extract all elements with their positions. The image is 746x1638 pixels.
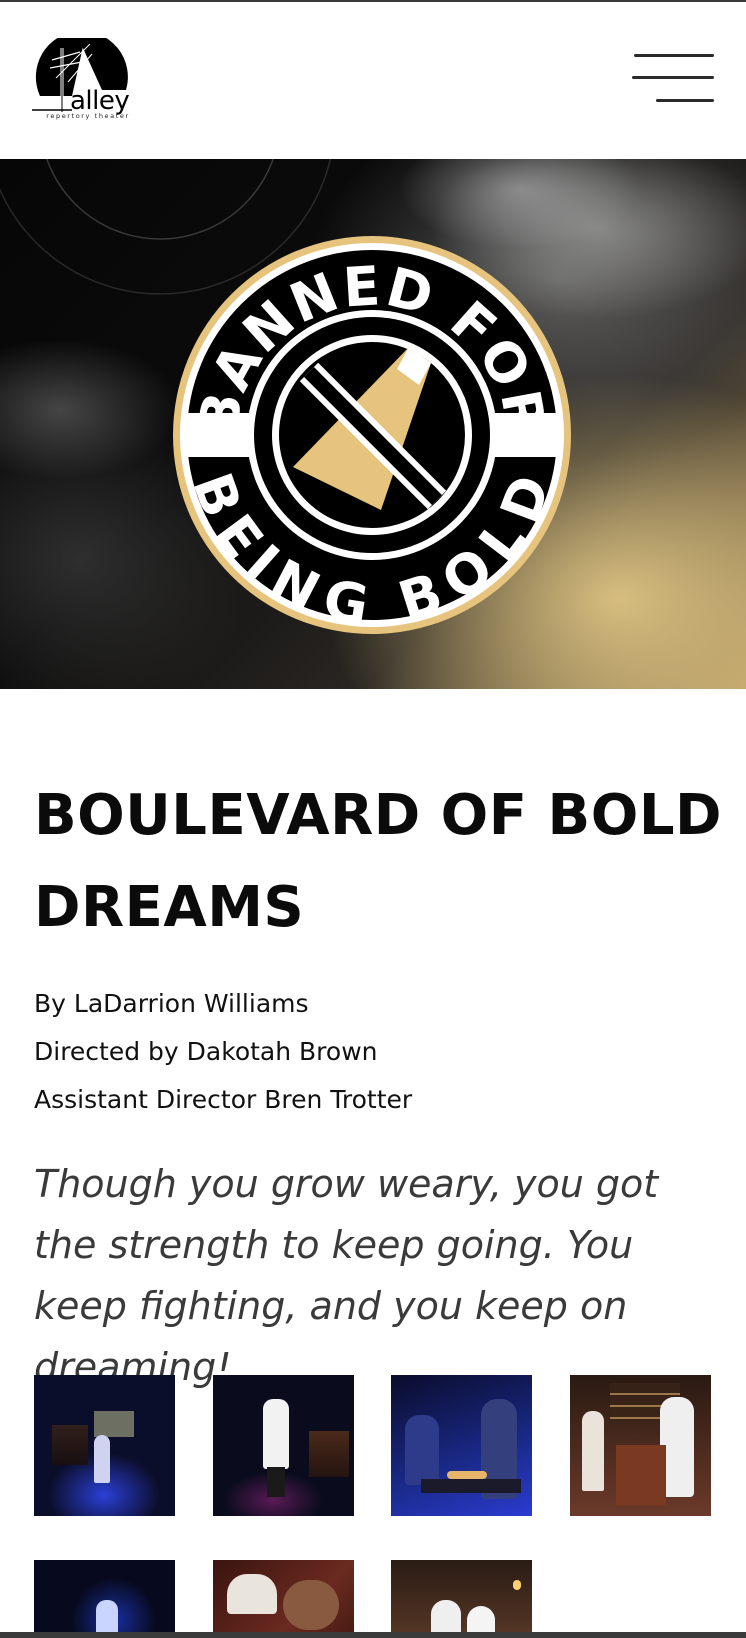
photo-table	[421, 1479, 521, 1493]
show-title: BOULEVARD OF BOLD DREAMS	[34, 783, 722, 940]
assistant-director-credit: Assistant Director Bren Trotter	[34, 1085, 413, 1114]
photo-candles	[447, 1471, 487, 1479]
photo-figure	[227, 1574, 277, 1614]
menu-line-3	[656, 99, 714, 102]
gallery-photo-3[interactable]	[391, 1375, 532, 1516]
show-quote: Though you grow weary, you got the stren…	[34, 1162, 659, 1389]
photo-figure-legs	[267, 1467, 285, 1497]
photo-figure	[582, 1411, 604, 1491]
photo-screen	[94, 1411, 134, 1437]
gallery-photo-4[interactable]	[570, 1375, 711, 1516]
photo-figure	[405, 1415, 439, 1485]
photo-figure-2	[283, 1580, 339, 1630]
menu-line-1	[634, 54, 714, 57]
photo-bar	[309, 1431, 349, 1477]
photo-counter	[616, 1445, 666, 1505]
photo-figure	[263, 1399, 289, 1469]
photo-shelf	[52, 1425, 88, 1465]
playwright-credit: By LaDarrion Williams	[34, 989, 309, 1018]
logo-tagline: repertory theater	[46, 112, 130, 120]
banned-for-being-bold-badge: BANNED FOR BEING BOLD	[173, 236, 571, 635]
gallery-photo-2[interactable]	[213, 1375, 354, 1516]
gallery-photo-5[interactable]	[34, 1560, 175, 1638]
hero-banner: BANNED FOR BEING BOLD	[0, 159, 746, 689]
site-header: alley repertory theater	[0, 2, 746, 159]
show-credits: By LaDarrion Williams Directed by Dakota…	[34, 980, 412, 1124]
hamburger-menu-button[interactable]	[626, 48, 714, 112]
gallery-photo-6[interactable]	[213, 1560, 354, 1638]
gallery-photo-1[interactable]	[34, 1375, 175, 1516]
menu-line-2	[632, 76, 714, 79]
gallery-photo-7[interactable]	[391, 1560, 532, 1638]
alley-theatre-logo[interactable]: alley repertory theater	[32, 30, 144, 124]
photo-lamp	[513, 1580, 521, 1590]
director-credit: Directed by Dakotah Brown	[34, 1037, 378, 1066]
bottom-scroll-edge	[0, 1632, 746, 1638]
photo-figure	[94, 1435, 110, 1483]
